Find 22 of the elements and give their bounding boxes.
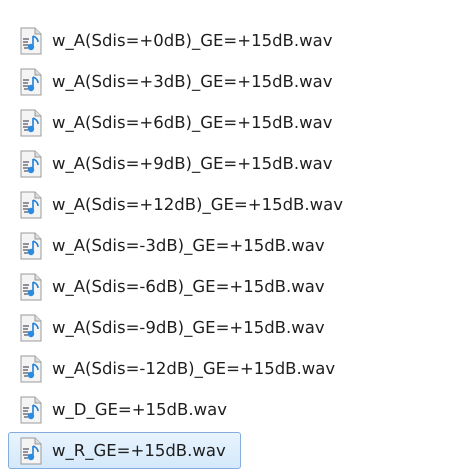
audio-file-icon: [19, 272, 43, 300]
audio-file-icon: [19, 354, 43, 382]
file-item[interactable]: w_A(Sdis=+9dB)_GE=+15dB.wav: [8, 145, 348, 182]
file-item[interactable]: w_A(Sdis=-9dB)_GE=+15dB.wav: [8, 309, 340, 346]
file-item[interactable]: w_D_GE=+15dB.wav: [8, 391, 242, 428]
audio-file-icon: [19, 436, 43, 464]
file-item[interactable]: w_A(Sdis=+12dB)_GE=+15dB.wav: [8, 186, 358, 223]
audio-file-icon: [19, 150, 43, 178]
file-item[interactable]: w_A(Sdis=+3dB)_GE=+15dB.wav: [8, 63, 348, 100]
audio-file-icon: [19, 190, 43, 218]
file-item[interactable]: w_A(Sdis=-12dB)_GE=+15dB.wav: [8, 350, 350, 387]
file-item[interactable]: w_A(Sdis=+6dB)_GE=+15dB.wav: [8, 104, 348, 141]
file-item[interactable]: w_A(Sdis=-6dB)_GE=+15dB.wav: [8, 268, 340, 305]
file-item[interactable]: w_A(Sdis=-3dB)_GE=+15dB.wav: [8, 227, 340, 264]
audio-file-icon: [19, 232, 43, 260]
file-item[interactable]: w_R_GE=+15dB.wav: [8, 432, 241, 469]
audio-file-icon: [19, 314, 43, 342]
audio-file-icon: [19, 26, 43, 54]
file-item[interactable]: w_A(Sdis=+0dB)_GE=+15dB.wav: [8, 22, 348, 59]
audio-file-icon: [19, 108, 43, 136]
audio-file-icon: [19, 396, 43, 424]
audio-file-icon: [19, 68, 43, 96]
